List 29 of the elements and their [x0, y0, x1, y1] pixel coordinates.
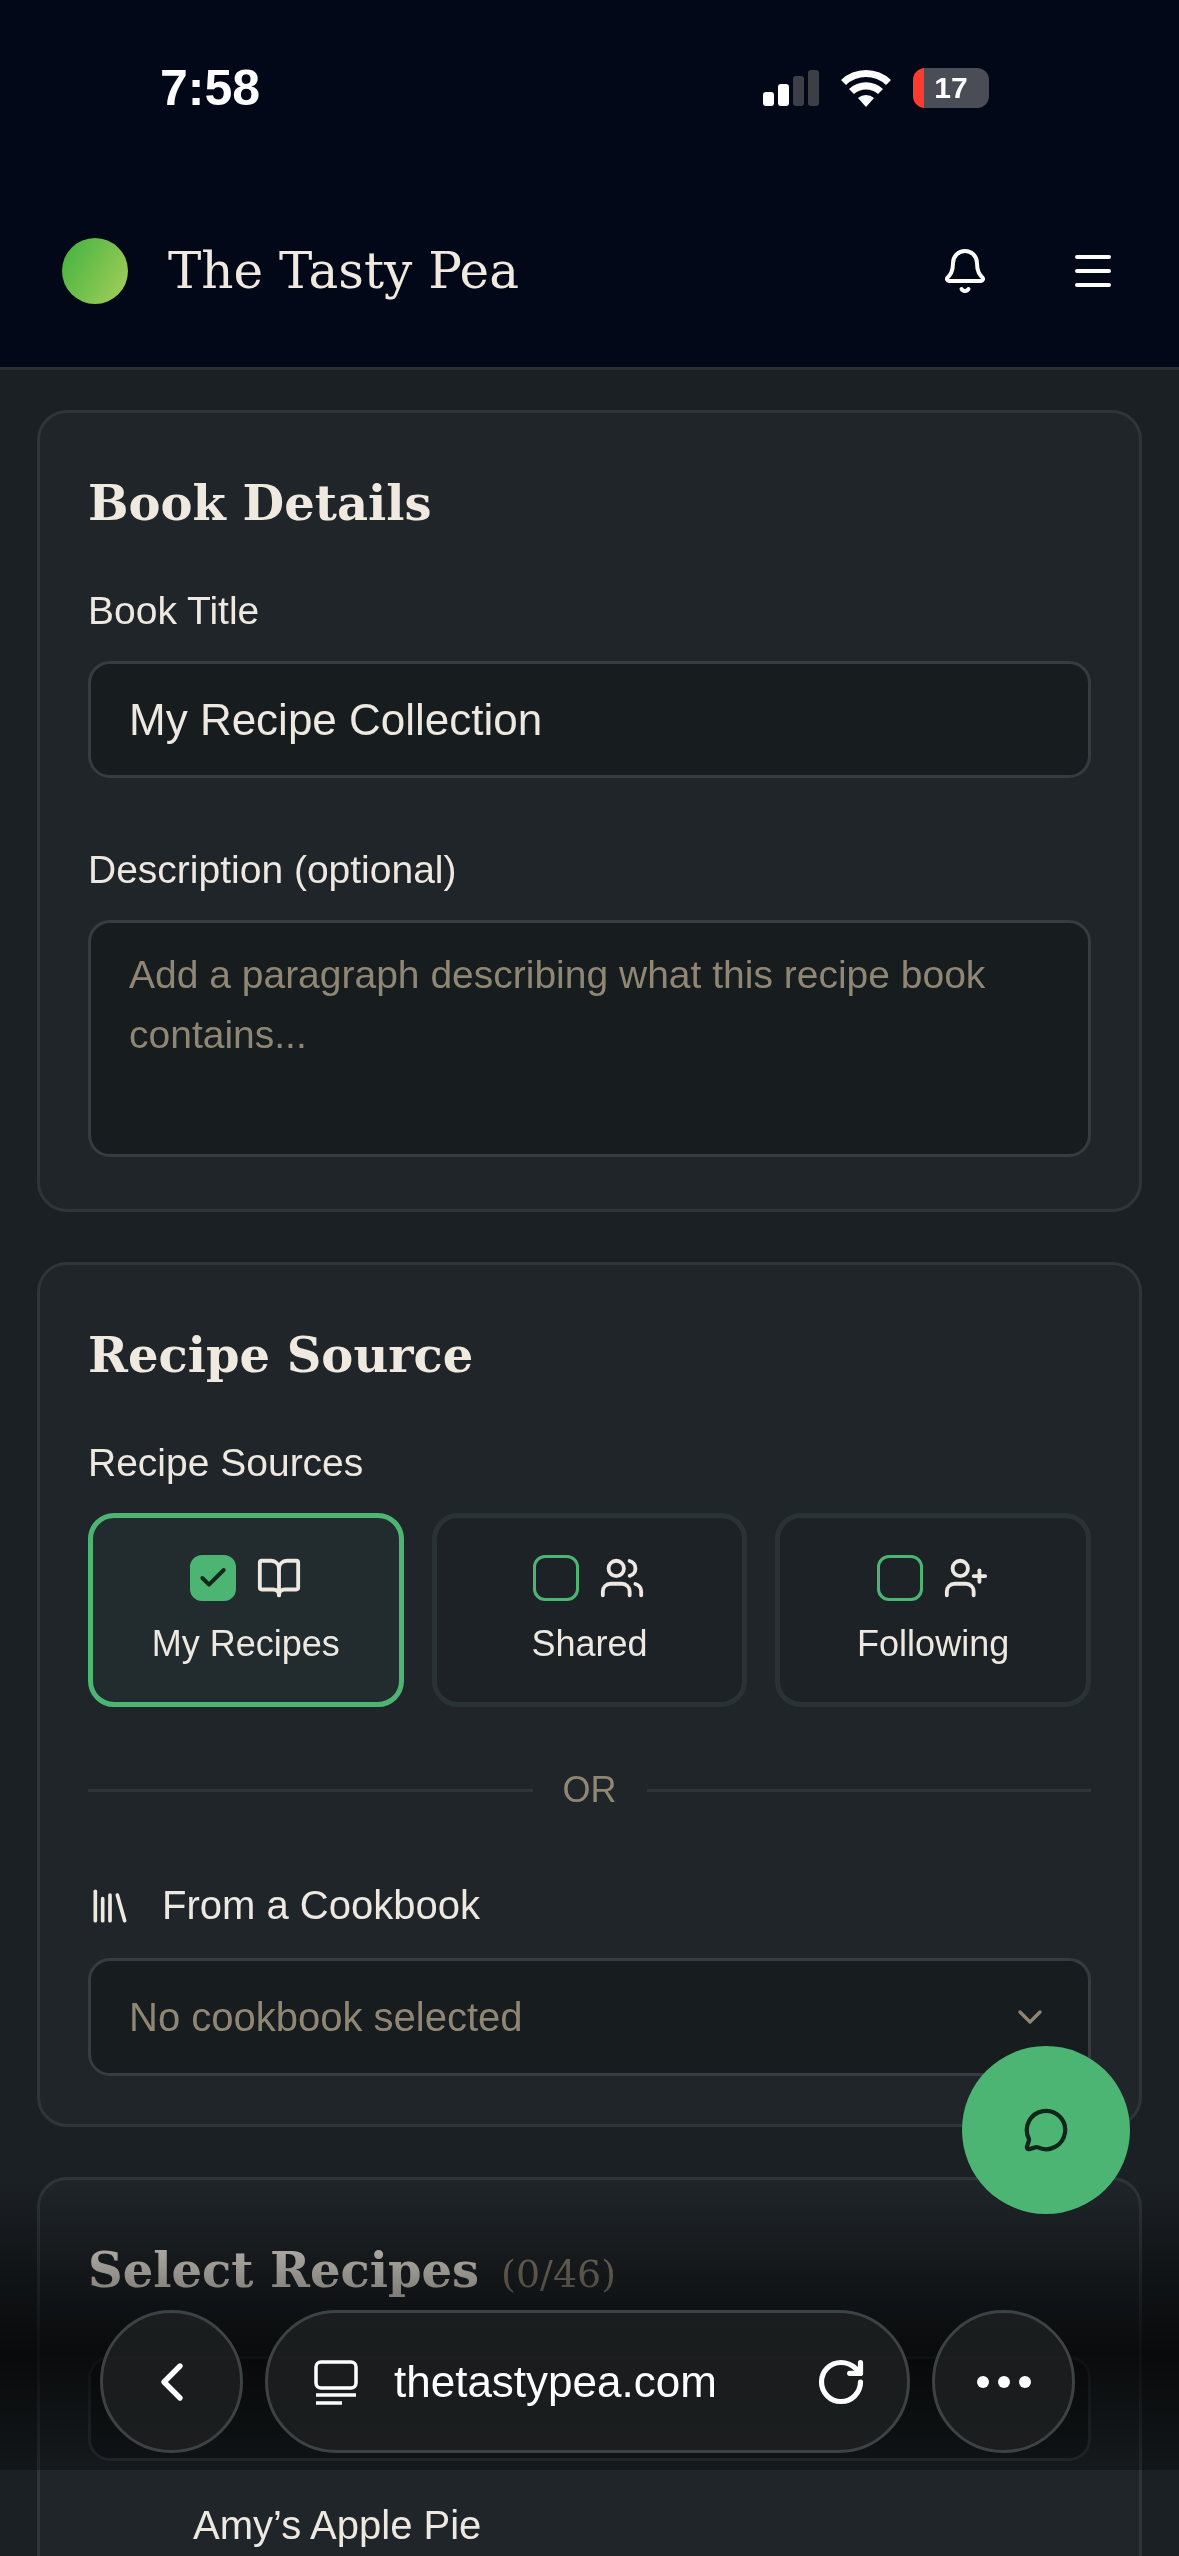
- field-label: Description (optional): [88, 848, 458, 892]
- section-title: Book Details: [88, 475, 432, 531]
- more-icon: [975, 2374, 1032, 2389]
- description-field[interactable]: Add a paragraph describing what this recipe book contains...: [88, 920, 1091, 1157]
- book-title-field[interactable]: My Recipe Collection: [88, 661, 1091, 778]
- field-label: From a Cookbook: [162, 1883, 480, 1928]
- status-time: 7:58: [160, 58, 261, 117]
- divider-text: OR: [562, 1769, 617, 1811]
- page-icon: [312, 2357, 360, 2406]
- recipe-item[interactable]: Amy’s Apple Pie: [88, 2503, 1091, 2548]
- section-title: Recipe Source: [88, 1327, 474, 1383]
- signal-icon: [763, 69, 819, 106]
- chat-icon: [1023, 2107, 1069, 2153]
- url-text: thetastypea.com: [394, 2356, 718, 2407]
- field-label: Book Title: [88, 589, 261, 633]
- battery-level: 17: [913, 67, 989, 108]
- source-option[interactable]: Following: [775, 1513, 1091, 1707]
- cookbook-select[interactable]: No cookbook selected: [88, 1958, 1091, 2076]
- checkbox[interactable]: [877, 1555, 924, 1601]
- section-title: Select Recipes: [88, 2242, 480, 2298]
- address-bar[interactable]: thetastypea.com: [265, 2310, 910, 2453]
- recipe-count: (0/46): [501, 2252, 617, 2296]
- source-option[interactable]: My Recipes: [88, 1513, 404, 1707]
- site-title: The Tasty Pea: [168, 242, 520, 300]
- source-option[interactable]: Shared: [431, 1513, 748, 1707]
- wifi-icon: [841, 68, 891, 107]
- checkbox[interactable]: [533, 1555, 580, 1601]
- checkbox[interactable]: [189, 1555, 236, 1601]
- field-label: Recipe Sources: [88, 1441, 365, 1485]
